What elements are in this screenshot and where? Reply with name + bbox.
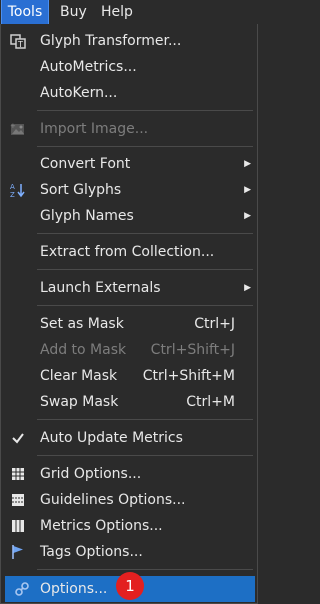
- submenu-arrow-icon: ▶: [244, 283, 251, 293]
- submenu-arrow-icon: ▶: [244, 159, 251, 169]
- submenu-arrow-icon: ▶: [244, 211, 251, 221]
- step-badge: 1: [116, 572, 144, 600]
- menu-item-label: Convert Font: [40, 156, 131, 172]
- menu-bar: Tools Buy Help: [0, 0, 258, 25]
- svg-text:A: A: [10, 183, 15, 191]
- svg-text:T: T: [17, 40, 23, 49]
- menu-separator: [37, 419, 253, 420]
- menu-item-label: Glyph Transformer...: [40, 33, 182, 49]
- menu-item-label: AutoMetrics...: [40, 59, 137, 75]
- menu-item-label: Guidelines Options...: [40, 492, 186, 508]
- menu-item-label: Set as Mask: [40, 316, 124, 332]
- shortcut-label: Ctrl+M: [186, 394, 235, 410]
- menu-item-guidelines-options[interactable]: Guidelines Options...: [1, 487, 259, 513]
- menu-item-extract-from-collection[interactable]: Extract from Collection...: [1, 239, 259, 265]
- menu-item-autokern[interactable]: AutoKern...: [1, 80, 259, 106]
- menu-separator: [37, 569, 253, 570]
- shortcut-label: Ctrl+J: [194, 316, 235, 332]
- flag-icon: [12, 545, 23, 559]
- menu-item-label: Tags Options...: [40, 544, 143, 560]
- menu-item-label: Options...: [40, 581, 108, 597]
- menu-item-label: Auto Update Metrics: [40, 430, 183, 446]
- checkmark-icon: [12, 433, 24, 444]
- menu-item-import-image[interactable]: + Import Image...: [1, 116, 259, 142]
- menu-item-auto-update-metrics[interactable]: Auto Update Metrics: [1, 425, 259, 451]
- menu-item-launch-externals[interactable]: Launch Externals ▶: [1, 275, 259, 301]
- menu-separator: [37, 455, 253, 456]
- menu-buy[interactable]: Buy: [60, 0, 87, 24]
- menu-item-metrics-options[interactable]: Metrics Options...: [1, 513, 259, 539]
- menu-item-set-as-mask[interactable]: Set as Mask Ctrl+J: [1, 311, 259, 337]
- shortcut-label: Ctrl+Shift+J: [150, 342, 235, 358]
- menu-item-glyph-transformer[interactable]: T Glyph Transformer...: [1, 28, 259, 54]
- menu-item-label: Grid Options...: [40, 466, 142, 482]
- menu-item-label: Clear Mask: [40, 368, 118, 384]
- menu-item-convert-font[interactable]: Convert Font ▶: [1, 151, 259, 177]
- menu-separator: [37, 305, 253, 306]
- image-icon: +: [10, 122, 24, 135]
- menu-item-swap-mask[interactable]: Swap Mask Ctrl+M: [1, 389, 259, 415]
- tools-menu-dropdown: T Glyph Transformer... AutoMetrics... Au…: [0, 24, 258, 604]
- menu-item-label: Sort Glyphs: [40, 182, 122, 198]
- guidelines-icon: [12, 494, 24, 506]
- menu-item-autometrics[interactable]: AutoMetrics...: [1, 54, 259, 80]
- shortcut-label: Ctrl+Shift+M: [142, 368, 235, 384]
- metrics-icon: [12, 520, 24, 532]
- submenu-arrow-icon: ▶: [244, 185, 251, 195]
- sort-icon: A Z: [10, 183, 25, 198]
- menu-item-label: Launch Externals: [40, 280, 161, 296]
- menu-separator: [37, 269, 253, 270]
- svg-text:Z: Z: [10, 191, 15, 198]
- menu-item-label: Swap Mask: [40, 394, 119, 410]
- menu-item-label: AutoKern...: [40, 85, 118, 101]
- menu-item-grid-options[interactable]: Grid Options...: [1, 461, 259, 487]
- menu-item-clear-mask[interactable]: Clear Mask Ctrl+Shift+M: [1, 363, 259, 389]
- svg-text:+: +: [10, 122, 16, 130]
- glyph-transformer-icon: T: [10, 34, 26, 49]
- menu-separator: [37, 110, 253, 111]
- menu-item-label: Add to Mask: [40, 342, 127, 358]
- menu-separator: [37, 233, 253, 234]
- menu-separator: [37, 146, 253, 147]
- menu-item-label: Metrics Options...: [40, 518, 163, 534]
- menu-item-glyph-names[interactable]: Glyph Names ▶: [1, 203, 259, 229]
- menu-item-add-to-mask[interactable]: Add to Mask Ctrl+Shift+J: [1, 337, 259, 363]
- menu-help[interactable]: Help: [101, 0, 133, 24]
- menu-item-tags-options[interactable]: Tags Options...: [1, 539, 259, 565]
- menu-item-label: Extract from Collection...: [40, 244, 215, 260]
- menu-item-label: Glyph Names: [40, 208, 134, 224]
- menu-item-sort-glyphs[interactable]: A Z Sort Glyphs ▶: [1, 177, 259, 203]
- menu-item-label: Import Image...: [40, 121, 149, 137]
- link-icon: [15, 582, 29, 596]
- menu-tools[interactable]: Tools: [1, 0, 49, 25]
- grid-icon: [12, 468, 24, 480]
